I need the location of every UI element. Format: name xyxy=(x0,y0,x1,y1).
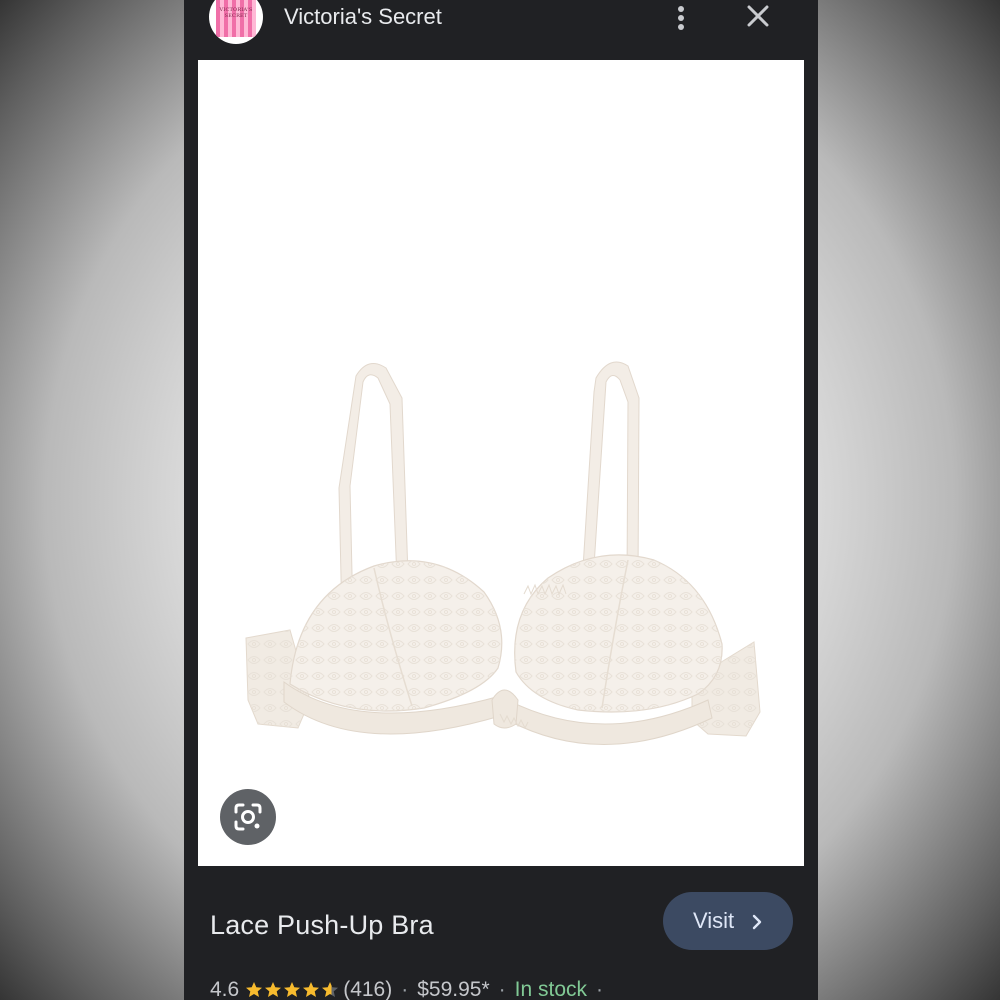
product-image-frame[interactable] xyxy=(198,60,804,866)
star-icon xyxy=(284,982,301,997)
star-icon xyxy=(246,982,263,997)
chevron-right-icon xyxy=(752,914,762,930)
site-name[interactable]: Victoria's Secret xyxy=(284,4,442,30)
review-count[interactable]: (416) xyxy=(343,976,392,1000)
visit-button[interactable]: Visit xyxy=(663,892,793,950)
rating-value: 4.6 xyxy=(210,978,240,1000)
price: $59.95* xyxy=(417,978,490,1000)
google-lens-icon xyxy=(234,803,262,831)
separator: · xyxy=(498,978,506,1000)
visit-label: Visit xyxy=(693,908,735,933)
viewer-header: VICTORIA'S SECRET Victoria's Secret xyxy=(184,0,818,58)
product-meta-row: 4.6 (416) · $59.95* · In stock · xyxy=(210,975,612,1000)
star-icon xyxy=(265,982,282,997)
logo-text: VICTORIA'S SECRET xyxy=(219,7,253,19)
rating-stars xyxy=(245,981,340,999)
availability: In stock xyxy=(514,978,588,1000)
lens-button[interactable] xyxy=(220,789,276,845)
close-icon[interactable] xyxy=(740,2,776,34)
product-image xyxy=(245,361,761,745)
result-viewer-panel: VICTORIA'S SECRET Victoria's Secret Lace… xyxy=(184,0,818,1000)
site-logo[interactable]: VICTORIA'S SECRET xyxy=(209,0,263,44)
separator: · xyxy=(596,978,604,1000)
star-icon xyxy=(303,982,320,997)
separator: · xyxy=(401,978,409,1000)
star-icon xyxy=(322,982,339,997)
product-title[interactable]: Lace Push-Up Bra xyxy=(210,908,434,942)
more-vert-icon[interactable] xyxy=(670,2,694,32)
